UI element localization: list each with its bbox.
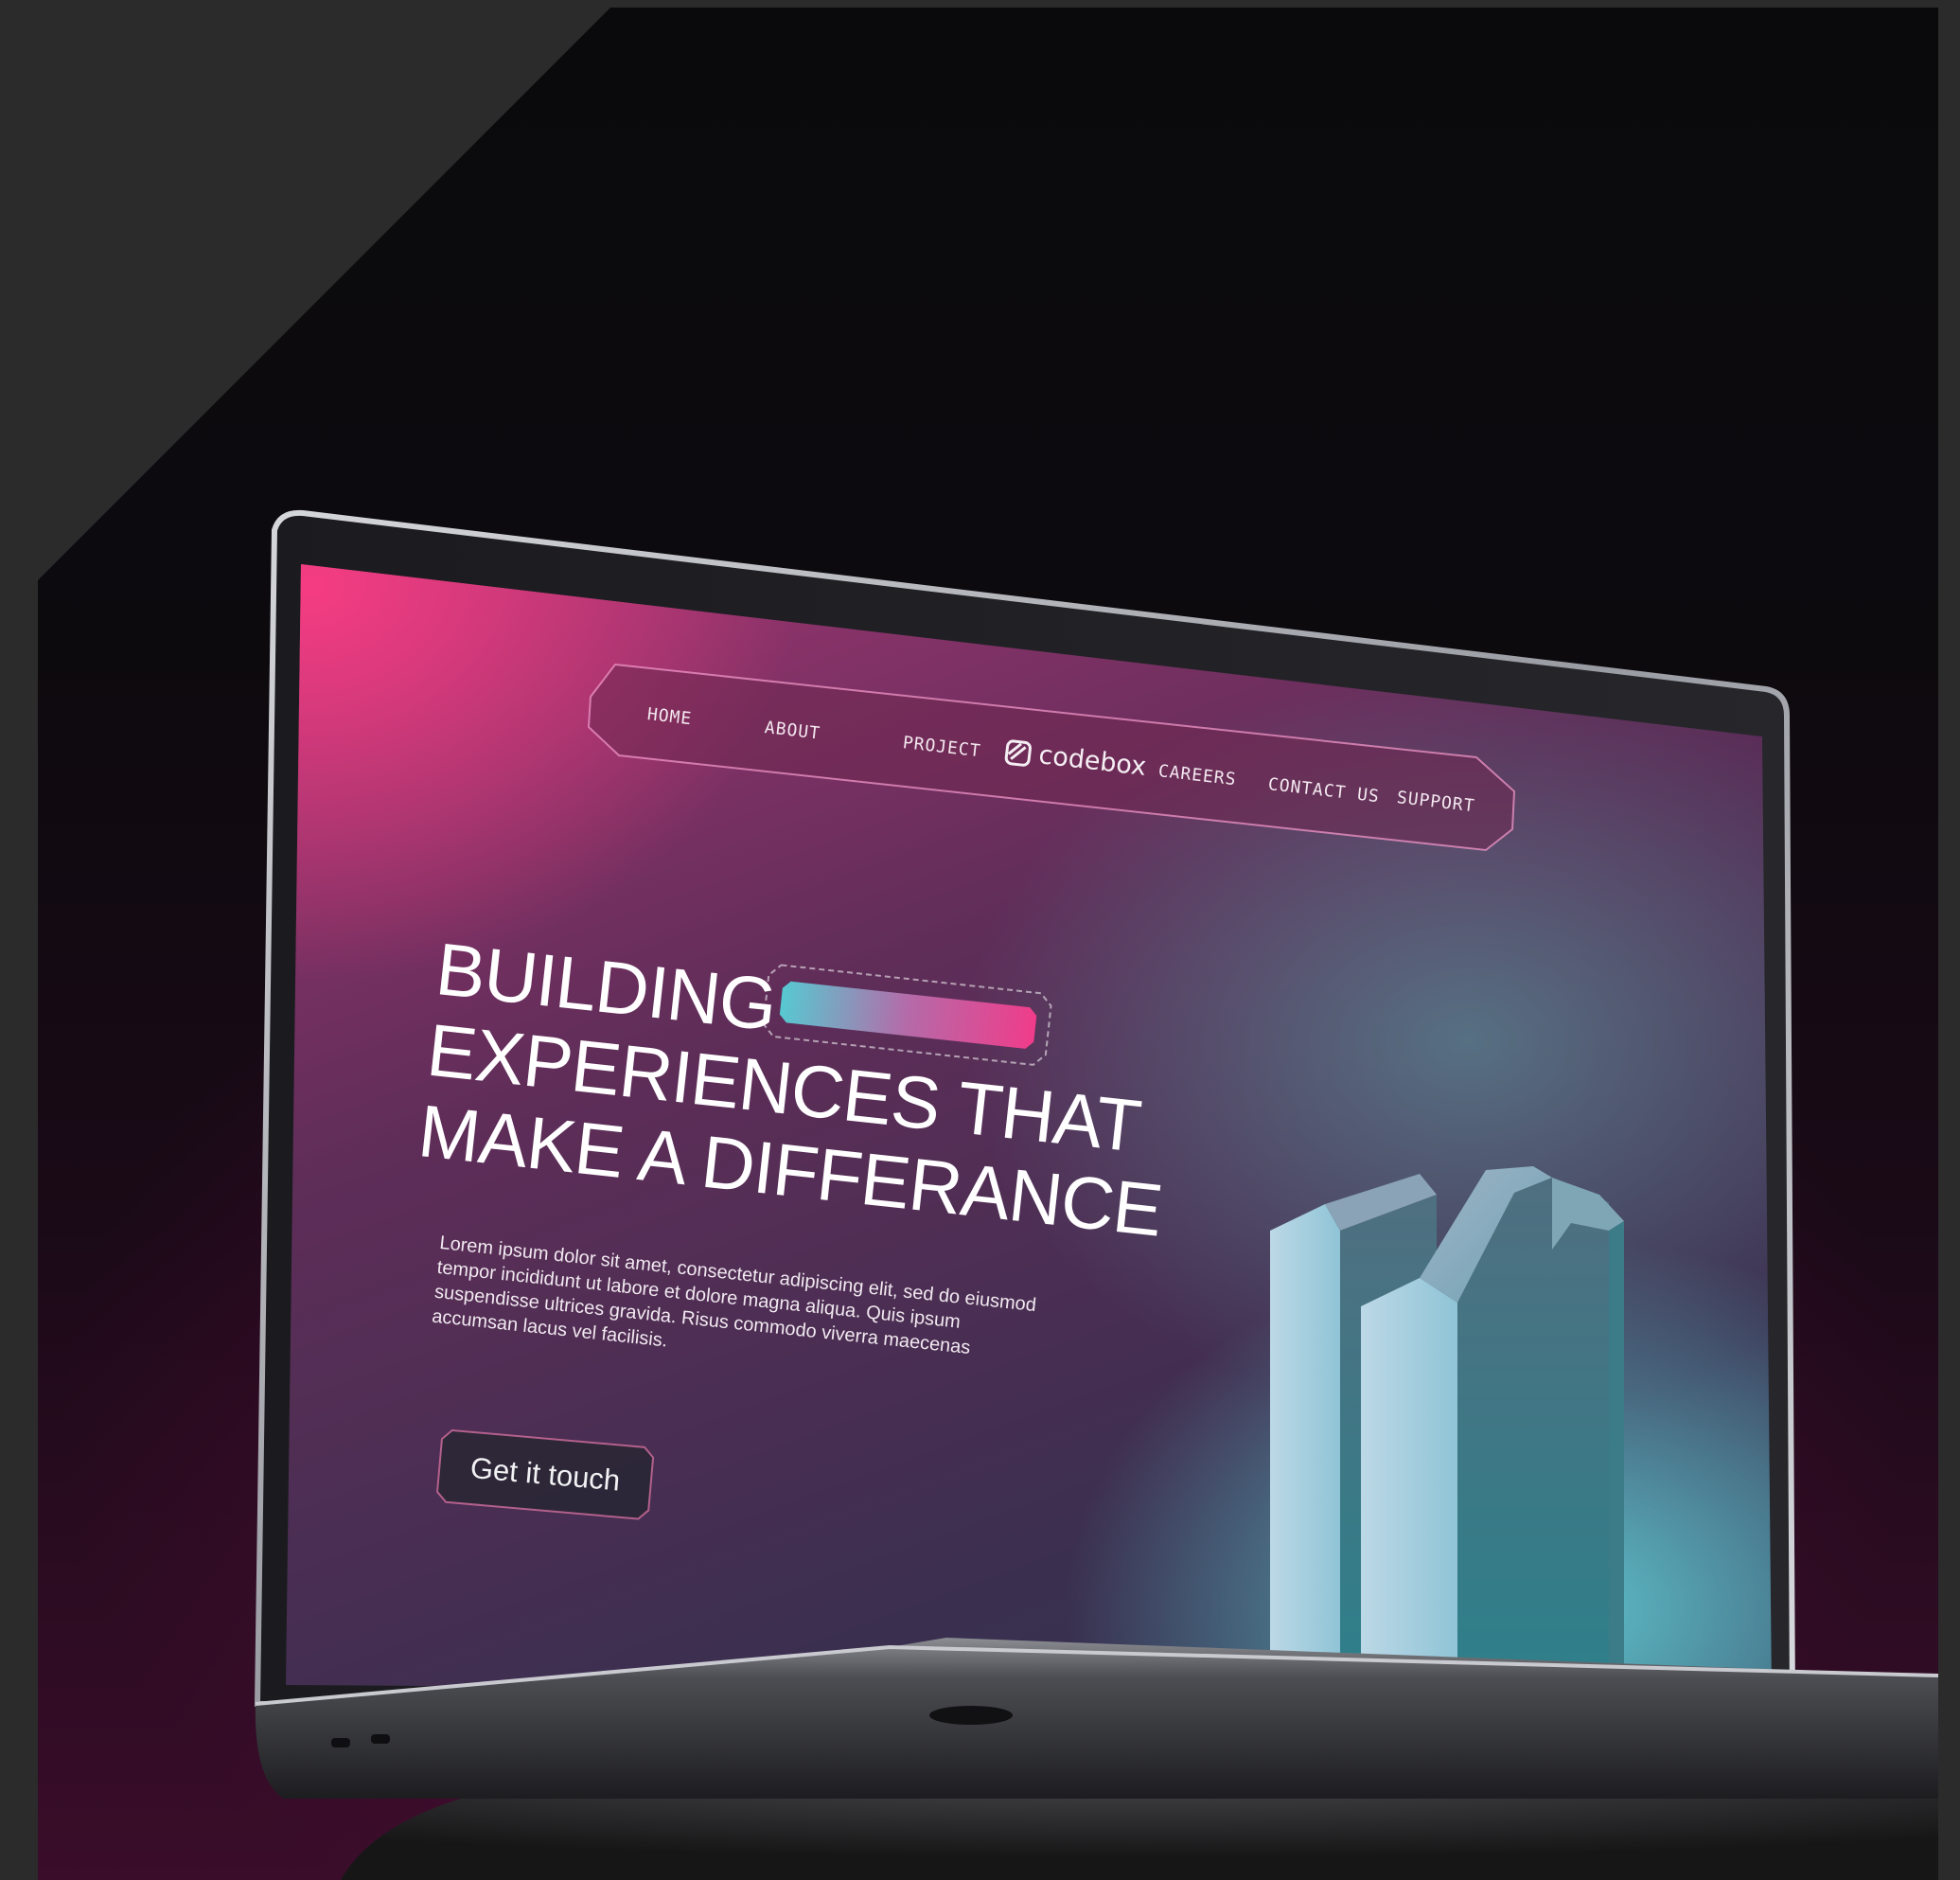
laptop-base <box>255 1638 1939 1880</box>
mockup-stage: HOME ABOUT PROJECT codebox CAREERS CONTA… <box>0 0 1960 1880</box>
